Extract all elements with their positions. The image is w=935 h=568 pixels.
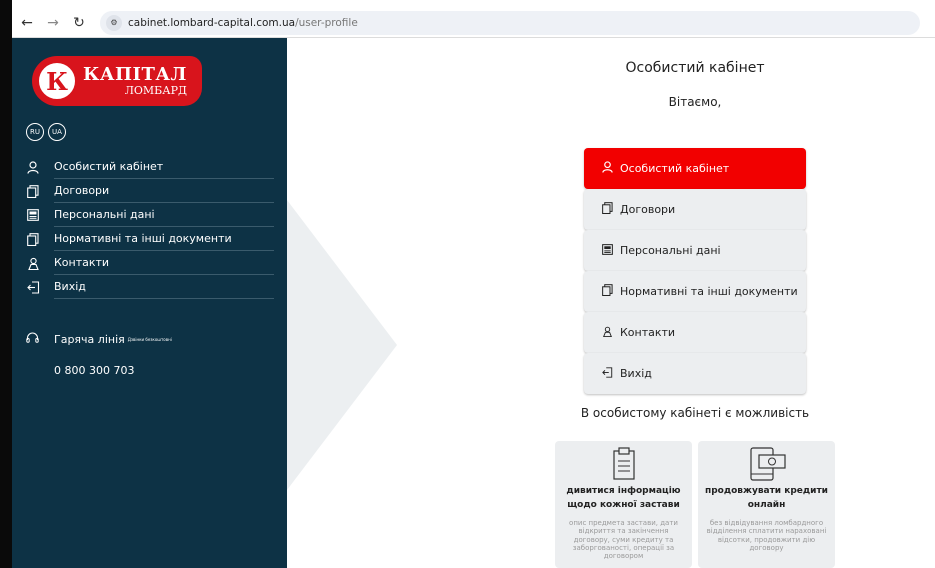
- sidebar-item-regulatory-docs[interactable]: Нормативні та інші документи: [26, 227, 274, 251]
- main-menu: Особистий кабінет Договори Персональні д…: [584, 148, 806, 394]
- logout-button[interactable]: Вихід: [584, 353, 806, 394]
- phone-money-icon: [698, 447, 835, 481]
- language-switcher: RU UA: [26, 123, 66, 141]
- sidebar-item-contacts[interactable]: Контакти: [26, 251, 274, 275]
- url-host: cabinet.lombard-capital.com.ua: [128, 16, 296, 29]
- logout-icon: [600, 366, 614, 381]
- logo[interactable]: К КАПІТАЛ ЛОМБАРД: [32, 56, 202, 106]
- feature-card-desc: без відвідування ломбардного відділення …: [706, 518, 827, 553]
- features-heading: В особистому кабінеті є можливість: [580, 406, 810, 420]
- clipboard-icon: [555, 447, 692, 481]
- address-bar[interactable]: ⚙ cabinet.lombard-capital.com.ua/user-pr…: [100, 10, 920, 35]
- lang-ua[interactable]: UA: [48, 123, 66, 141]
- logo-emblem: К: [37, 61, 77, 101]
- hotline: Гаряча лінія Дзвінки безкоштовні: [26, 332, 172, 347]
- page-title: Особистий кабінет: [625, 60, 765, 76]
- hotline-note: Дзвінки безкоштовні: [127, 337, 172, 342]
- contacts-button[interactable]: Контакти: [584, 312, 806, 353]
- logout-icon: [26, 280, 40, 294]
- sidebar-item-contracts[interactable]: Договори: [26, 179, 274, 203]
- sidebar: К КАПІТАЛ ЛОМБАРД RU UA Особистий кабіне…: [12, 38, 287, 568]
- user-icon: [600, 161, 614, 176]
- headset-icon: [26, 332, 40, 347]
- id-card-icon: [600, 243, 614, 258]
- welcome-text: Вітаємо,: [668, 95, 722, 109]
- user-icon: [26, 160, 40, 174]
- lang-ru[interactable]: RU: [26, 123, 44, 141]
- forward-icon[interactable]: →: [42, 12, 64, 34]
- browser-toolbar: ← → ↻ ⚙ cabinet.lombard-capital.com.ua/u…: [12, 8, 935, 38]
- sidebar-item-logout[interactable]: Вихід: [26, 275, 274, 299]
- hotline-phone[interactable]: 0 800 300 703: [54, 364, 134, 377]
- feature-card-pledge-info: дивитися інформацію щодо кожної застави …: [555, 441, 692, 568]
- id-card-icon: [26, 208, 40, 222]
- sidebar-item-cabinet[interactable]: Особистий кабінет: [26, 155, 274, 179]
- sidebar-menu: Особистий кабінет Договори Персональні д…: [26, 155, 274, 299]
- url-path: /user-profile: [295, 16, 358, 29]
- contacts-icon: [600, 326, 614, 340]
- window-edge: [0, 0, 12, 568]
- feature-card-desc: опис предмета застави, дати відкриття та…: [569, 518, 678, 561]
- hotline-label: Гаряча лінія: [54, 333, 125, 346]
- back-icon[interactable]: ←: [16, 12, 38, 34]
- regulatory-docs-button[interactable]: Нормативні та інші документи: [584, 271, 806, 312]
- contacts-icon: [26, 256, 40, 270]
- decorative-chevron: [287, 200, 397, 490]
- logo-main-text: КАПІТАЛ: [83, 64, 187, 85]
- documents-icon: [26, 232, 40, 246]
- cabinet-button[interactable]: Особистий кабінет: [584, 148, 806, 189]
- site-settings-icon[interactable]: ⚙: [106, 14, 122, 31]
- logo-sub-text: ЛОМБАРД: [124, 84, 187, 97]
- documents-icon: [600, 284, 614, 299]
- feature-card-title: дивитися інформацію щодо кожної застави: [566, 486, 681, 510]
- contracts-button[interactable]: Договори: [584, 189, 806, 230]
- sidebar-item-personal-data[interactable]: Персональні дані: [26, 203, 274, 227]
- documents-icon: [600, 202, 614, 217]
- personal-data-button[interactable]: Персональні дані: [584, 230, 806, 271]
- reload-icon[interactable]: ↻: [68, 12, 90, 34]
- feature-card-title: продовжувати кредити онлайн: [705, 486, 828, 510]
- feature-card-extend-online: продовжувати кредити онлайн без відвідув…: [698, 441, 835, 568]
- documents-icon: [26, 184, 40, 198]
